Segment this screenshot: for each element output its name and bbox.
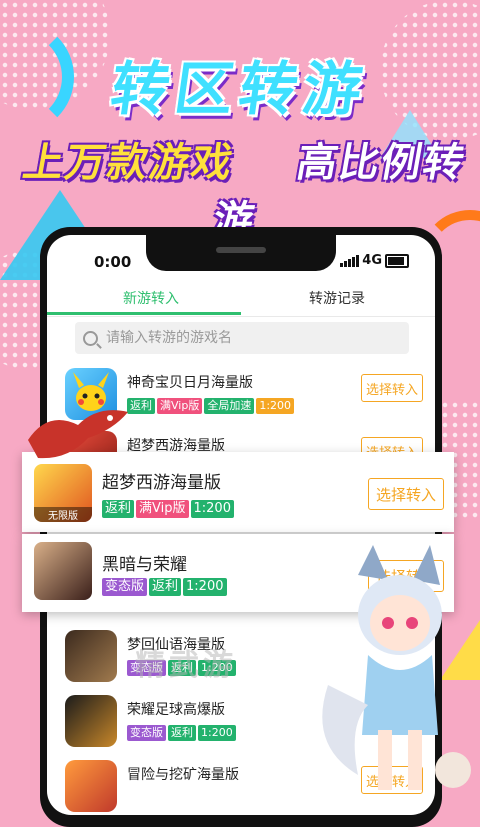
football-game-icon (65, 695, 117, 747)
tag-bt: 变态版 (127, 725, 166, 741)
tag-ratio: 1:200 (198, 725, 236, 741)
status-time: 0:00 (94, 253, 132, 271)
game-name: 黑暗与荣耀 (102, 555, 187, 575)
banner-subtitle-left: 上万款游戏 (19, 140, 238, 186)
search-bar[interactable] (75, 322, 409, 354)
status-indicators: 4G (340, 253, 409, 268)
tag-vip: 满Vip版 (136, 500, 189, 518)
tab-underline (47, 312, 241, 315)
mining-game-icon (65, 760, 117, 812)
network-label: 4G (362, 253, 382, 268)
speaker (216, 247, 266, 253)
tag-ratio: 1:200 (190, 500, 234, 518)
select-transfer-button[interactable]: 选择转入 (368, 478, 444, 510)
tag-vip: 满Vip版 (157, 398, 203, 414)
tag-ratio: 1:200 (183, 578, 227, 596)
search-input[interactable] (104, 329, 398, 347)
dark-glory-game-icon (34, 542, 92, 600)
banner-title: 转区转游 (106, 55, 373, 123)
tab-bar: 新游转入 转游记录 (47, 280, 435, 317)
game-name: 荣耀足球高爆版 (127, 702, 225, 718)
tag-rebate: 返利 (149, 578, 182, 596)
tag-bt: 变态版 (102, 578, 148, 596)
battery-icon (385, 253, 409, 268)
tab-new-game[interactable]: 新游转入 (123, 288, 179, 308)
game-tags: 变态版 返利 1:200 (127, 725, 236, 741)
game-name: 超梦西游海量版 (102, 473, 221, 493)
dragon-illustration (28, 410, 128, 459)
game-name: 冒险与挖矿海量版 (127, 767, 239, 783)
signal-icon (340, 254, 360, 267)
game-tags: 返利 满Vip版 全局加速 1:200 (127, 398, 295, 414)
select-transfer-button[interactable]: 选择转入 (361, 374, 423, 402)
tab-transfer-records[interactable]: 转游记录 (309, 288, 365, 308)
tag-rebate: 返利 (102, 500, 135, 518)
xiyou-game-icon: 无限版 (34, 464, 92, 522)
tag-ratio: 1:200 (256, 398, 295, 414)
tag-rebate: 返利 (168, 725, 196, 741)
game-tags: 变态版 返利 1:200 (102, 578, 227, 596)
game-tags: 返利 满Vip版 1:200 (102, 500, 234, 518)
fox-girl-mascot (322, 545, 471, 790)
menghui-game-icon (65, 630, 117, 682)
banner-subtitle-gap (245, 140, 285, 186)
game-name: 神奇宝贝日月海量版 (127, 375, 253, 391)
icon-badge: 无限版 (34, 507, 92, 522)
watermark: 精武游 (135, 648, 237, 683)
search-icon (83, 330, 98, 346)
phone-notch (146, 235, 336, 271)
tag-speedup: 全局加速 (204, 398, 255, 414)
